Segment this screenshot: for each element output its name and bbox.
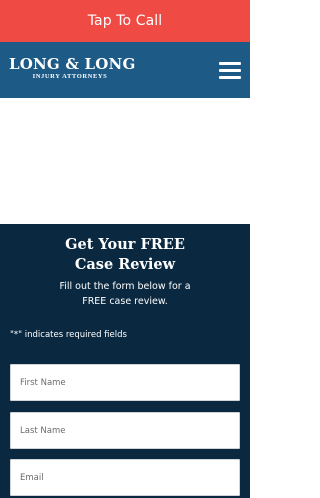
- menu-bar: [219, 62, 241, 65]
- tap-to-call-button[interactable]: Tap To Call: [0, 0, 250, 42]
- required-fields-note: "*" indicates required fields: [10, 330, 127, 340]
- menu-bar: [219, 76, 241, 79]
- site-logo[interactable]: LONG & LONG INJURY ATTORNEYS: [9, 55, 136, 81]
- form-intro: Fill out the form below for a FREE case …: [0, 279, 250, 309]
- hamburger-menu-icon[interactable]: [219, 62, 241, 79]
- content-area: [0, 98, 250, 224]
- form-title-line: Get Your FREE: [65, 236, 185, 253]
- email-input[interactable]: [10, 459, 240, 496]
- logo-name: LONG & LONG: [9, 55, 136, 73]
- last-name-input[interactable]: [10, 412, 240, 449]
- site-header: LONG & LONG INJURY ATTORNEYS: [0, 42, 250, 98]
- form-title: Get Your FREE Case Review: [0, 235, 250, 275]
- case-review-form-section: Get Your FREE Case Review Fill out the f…: [0, 224, 250, 498]
- form-title-line: Case Review: [74, 256, 176, 273]
- page: Tap To Call LONG & LONG INJURY ATTORNEYS…: [0, 0, 250, 498]
- first-name-input[interactable]: [10, 364, 240, 401]
- logo-subtitle: INJURY ATTORNEYS: [32, 73, 108, 80]
- form-intro-line: FREE case review.: [82, 296, 168, 307]
- form-intro-line: Fill out the form below for a: [59, 281, 191, 292]
- menu-bar: [219, 69, 241, 72]
